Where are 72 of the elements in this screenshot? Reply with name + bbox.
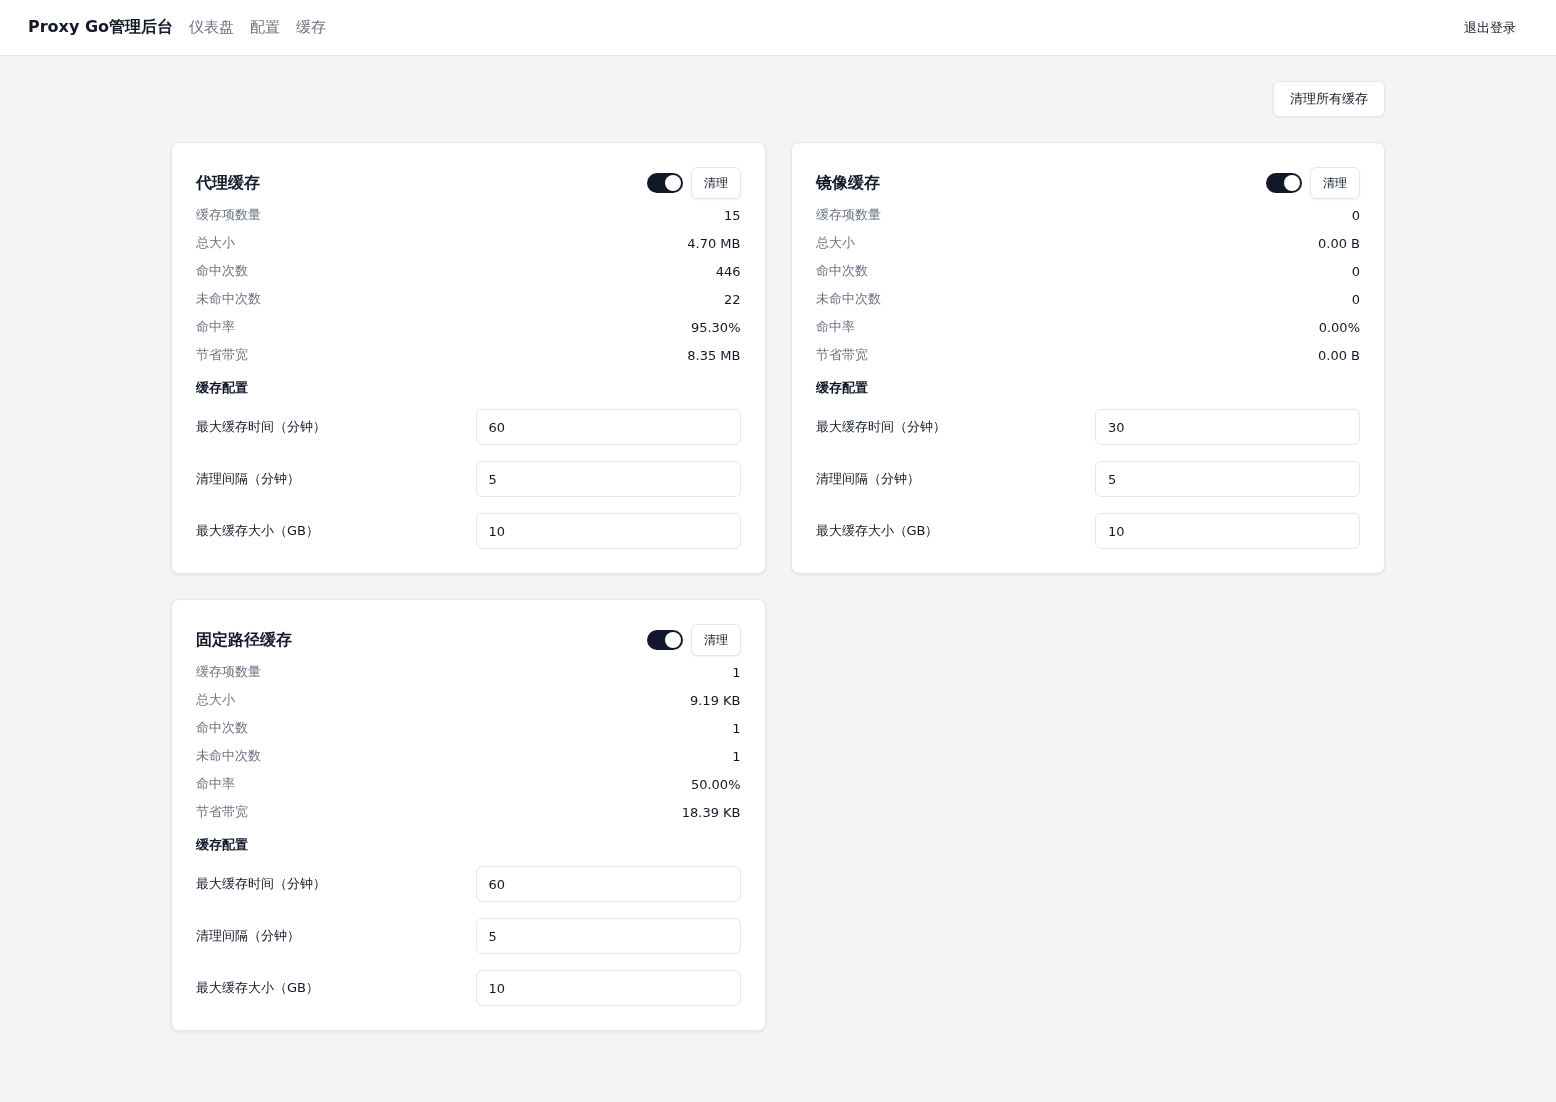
input-field[interactable]: 10 [475, 970, 741, 1006]
clear-button[interactable]: 清理 [690, 624, 741, 656]
stat-label: 总大小 [815, 234, 855, 252]
stat-value: 0.00 B [1318, 235, 1360, 251]
field-label: 最大缓存时间（分钟） [815, 418, 946, 436]
stat-value: 0.00% [1318, 319, 1360, 335]
card-title: 镜像缓存 [815, 172, 880, 194]
stat-value: 18.39 KB [681, 804, 741, 820]
stat-label: 未命中次数 [815, 290, 881, 308]
field-label: 最大缓存时间（分钟） [196, 418, 326, 436]
stat-label: 节省带宽 [815, 346, 868, 364]
stat-value: 0 [1351, 291, 1360, 307]
stat-value: 95.30% [690, 319, 741, 335]
input-field[interactable]: 10 [475, 513, 741, 549]
stat-label: 总大小 [196, 691, 235, 709]
stat-value: 4.70 MB [687, 235, 741, 251]
stat-label: 缓存项数量 [196, 206, 261, 224]
card-title: 代理缓存 [196, 172, 260, 194]
stat-value: 1 [732, 748, 741, 764]
field-label: 清理间隔（分钟） [815, 470, 920, 488]
field-label: 最大缓存大小（GB） [815, 522, 939, 540]
input-field[interactable]: 5 [475, 918, 741, 954]
enable-toggle[interactable] [646, 173, 683, 193]
logout-link[interactable]: 退出登录 [1464, 18, 1516, 37]
clear-button[interactable]: 清理 [1310, 167, 1360, 199]
stat-label: 节省带宽 [196, 803, 248, 821]
section-title: 缓存配置 [815, 379, 869, 397]
clear-button[interactable]: 清理 [690, 167, 741, 199]
card-title: 固定路径缓存 [196, 629, 292, 651]
stat-label: 命中次数 [196, 719, 248, 737]
stat-label: 命中次数 [815, 262, 868, 280]
field-label: 清理间隔（分钟） [196, 927, 300, 945]
stat-label: 缓存项数量 [196, 663, 261, 681]
enable-toggle[interactable] [646, 630, 683, 650]
stat-label: 命中率 [196, 775, 235, 793]
field-label: 最大缓存时间（分钟） [196, 875, 326, 893]
field-label: 最大缓存大小（GB） [196, 979, 319, 997]
stat-value: 8.35 MB [687, 347, 741, 363]
stat-label: 未命中次数 [196, 290, 261, 308]
stat-value: 15 [723, 207, 741, 223]
stat-value: 446 [715, 263, 741, 279]
stat-label: 命中率 [196, 318, 235, 336]
field-label: 最大缓存大小（GB） [196, 522, 319, 540]
stat-label: 命中率 [815, 318, 855, 336]
input-field[interactable]: 5 [1095, 461, 1360, 497]
stat-label: 未命中次数 [196, 747, 261, 765]
section-title: 缓存配置 [196, 379, 249, 397]
stat-value: 50.00% [690, 776, 741, 792]
clear-all-cache-button[interactable]: 清理所有缓存 [1273, 81, 1385, 117]
input-field[interactable]: 10 [1095, 513, 1360, 549]
stat-value: 1 [732, 720, 741, 736]
input-field[interactable]: 60 [475, 866, 741, 902]
section-title: 缓存配置 [196, 836, 249, 854]
nav-link[interactable]: 缓存 [296, 18, 327, 37]
stat-value: 9.19 KB [689, 692, 741, 708]
stat-value: 0 [1351, 263, 1360, 279]
nav-link[interactable]: 仪表盘 [189, 18, 235, 37]
app-title: Proxy Go管理后台 [28, 17, 174, 38]
input-field[interactable]: 30 [1095, 409, 1360, 445]
stat-label: 缓存项数量 [815, 206, 881, 224]
stat-value: 22 [723, 291, 741, 307]
stat-label: 总大小 [196, 234, 235, 252]
nav-link[interactable]: 配置 [250, 18, 281, 37]
input-field[interactable]: 5 [475, 461, 741, 497]
stat-label: 命中次数 [196, 262, 248, 280]
stat-value: 1 [732, 664, 741, 680]
enable-toggle[interactable] [1266, 173, 1302, 193]
stat-value: 0 [1351, 207, 1360, 223]
field-label: 清理间隔（分钟） [196, 470, 300, 488]
input-field[interactable]: 60 [475, 409, 741, 445]
stat-label: 节省带宽 [196, 346, 248, 364]
stat-value: 0.00 B [1318, 347, 1360, 363]
